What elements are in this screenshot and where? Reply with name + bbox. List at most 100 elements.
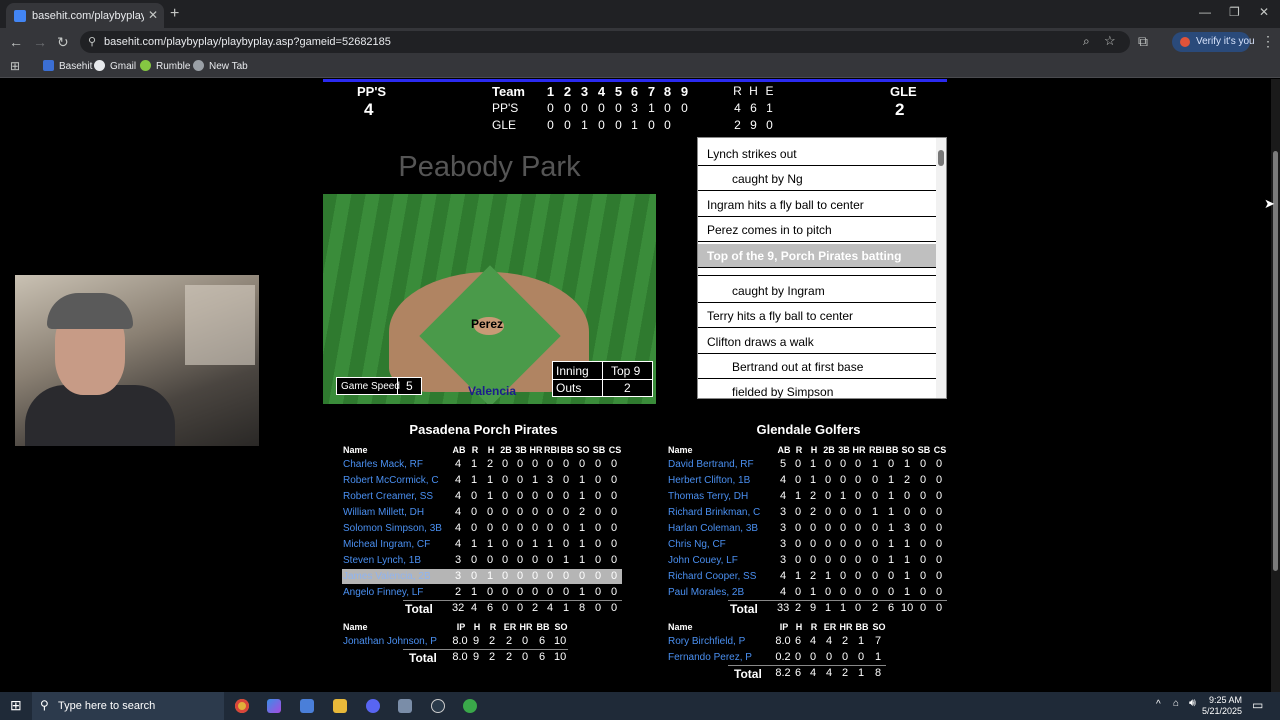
verify-button[interactable]: Verify it's you	[1172, 32, 1255, 52]
stat-cell: 0	[935, 522, 943, 534]
play-by-play-item[interactable]: Bertrand out at first base	[698, 355, 936, 379]
tab-title: basehit.com/playbyplay/playbyp	[32, 10, 144, 22]
file-explorer-icon[interactable]	[333, 699, 347, 713]
player-name-link[interactable]: Richard Cooper, SS	[668, 571, 756, 582]
player-name-link[interactable]: Thomas Terry, DH	[668, 491, 748, 502]
rhe-header: R	[733, 84, 742, 98]
player-name-link[interactable]: Robert McCormick, C	[343, 475, 439, 486]
pitcher-name-link[interactable]: Rory Birchfield, P	[668, 636, 745, 647]
total-cell: 2	[531, 602, 539, 614]
bookmark-basehit[interactable]: Basehit	[43, 60, 92, 72]
stat-cell: 0	[531, 506, 539, 518]
player-name-link[interactable]: Charles Mack, RF	[343, 459, 423, 470]
player-name-link[interactable]: Chris Ng, CF	[668, 539, 726, 550]
bookmark-gmail[interactable]: Gmail	[94, 60, 136, 72]
stat-cell: 0	[794, 538, 802, 550]
notifications-icon[interactable]: ▭	[1252, 698, 1263, 712]
player-name-link[interactable]: Micheal Ingram, CF	[343, 539, 430, 550]
close-tab-icon[interactable]: ✕	[148, 8, 158, 22]
browser-tab[interactable]: basehit.com/playbyplay/playbyp ✕	[6, 3, 164, 28]
forward-icon[interactable]: →	[33, 34, 47, 50]
chrome-icon[interactable]	[235, 699, 249, 713]
pitcher-name-link[interactable]: Fernando Perez, P	[668, 652, 752, 663]
column-header: HR	[529, 445, 543, 455]
total-cell: 33	[777, 602, 790, 614]
start-icon[interactable]: ⊞	[10, 697, 22, 714]
minimize-icon[interactable]: —	[1199, 5, 1211, 19]
play-by-play-scrollbar[interactable]	[936, 138, 946, 398]
close-window-icon[interactable]: ✕	[1259, 5, 1269, 19]
play-by-play-item[interactable]: Clifton draws a walk	[698, 330, 936, 354]
total-cell: 0	[854, 602, 862, 614]
stat-cell: 0	[854, 538, 862, 550]
play-by-play-item[interactable]: Perez comes in to pitch	[698, 218, 936, 242]
player-name-link[interactable]: Angelo Finney, LF	[343, 587, 423, 598]
page-scrollbar[interactable]	[1271, 79, 1280, 692]
back-icon[interactable]: ←	[9, 34, 23, 50]
address-bar[interactable]: ⚲ basehit.com/playbyplay/playbyplay.asp?…	[80, 31, 1130, 53]
pitching-total-cell: 10	[554, 651, 567, 663]
play-by-play-item[interactable]: Terry hits a fly ball to center	[698, 304, 936, 328]
play-by-play-item[interactable]: Top of the 9, Porch Pirates batting	[698, 244, 936, 268]
player-name-link[interactable]: Herbert Clifton, 1B	[668, 475, 750, 486]
bookmarks-bar: ⊞ Basehit Gmail Rumble New Tab	[0, 56, 1280, 78]
tray-chevron-icon[interactable]: ^	[1156, 699, 1161, 710]
player-name-link[interactable]: Steven Lynch, 1B	[343, 555, 421, 566]
pitching-stat-cell: 6	[538, 635, 546, 647]
total-cell: 0	[935, 602, 943, 614]
stat-cell: 0	[546, 586, 554, 598]
play-by-play-item[interactable]: caught by Ng	[698, 167, 936, 191]
reload-icon[interactable]: ↻	[57, 34, 69, 51]
total-label: Total	[405, 602, 433, 616]
play-by-play-item[interactable]: fielded by Simpson	[698, 380, 936, 398]
app2-icon[interactable]	[463, 699, 477, 713]
play-by-play-item[interactable]: Lynch strikes out	[698, 142, 936, 166]
bookmark-new-tab[interactable]: New Tab	[193, 60, 248, 72]
obs-icon[interactable]	[431, 699, 445, 713]
column-header: BB	[560, 445, 574, 455]
copilot-icon[interactable]	[267, 699, 281, 713]
pitching-total-divider	[403, 649, 568, 650]
stat-cell: 1	[486, 538, 494, 550]
bookmark-rumble[interactable]: Rumble	[140, 60, 190, 72]
play-by-play-scroll-thumb[interactable]	[938, 150, 944, 166]
player-name-link[interactable]: William Millett, DH	[343, 507, 424, 518]
player-name-link[interactable]: Solomon Simpson, 3B	[343, 523, 442, 534]
player-name-link[interactable]: John Couey, LF	[668, 555, 738, 566]
apps-icon[interactable]: ⊞	[10, 59, 20, 73]
taskbar-search-placeholder: Type here to search	[58, 700, 156, 712]
page-scroll-thumb[interactable]	[1273, 151, 1278, 571]
play-by-play-list[interactable]: Lynch strikes out caught by Ng Ingram hits…	[697, 137, 947, 399]
site-info-icon[interactable]: ⚲	[88, 35, 96, 48]
stat-cell: 1	[824, 570, 832, 582]
network-icon[interactable]: ⌂	[1173, 698, 1179, 709]
player-name-link[interactable]: Robert Creamer, SS	[343, 491, 433, 502]
restore-icon[interactable]: ❐	[1229, 5, 1240, 19]
player-name-link[interactable]: Paul Morales, 2B	[668, 587, 744, 598]
app-icon[interactable]	[398, 699, 412, 713]
player-name-link[interactable]: Richard Brinkman, C	[668, 507, 760, 518]
player-name-link[interactable]: Harlan Coleman, 3B	[668, 523, 758, 534]
cast-icon[interactable]: ⧉	[1138, 33, 1148, 50]
stat-cell: 1	[794, 570, 802, 582]
stat-cell: 1	[578, 538, 586, 550]
game-speed-box[interactable]: Game Speed 5	[336, 377, 422, 395]
pitcher-name-link[interactable]: Jonathan Johnson, P	[343, 636, 437, 647]
stat-cell: 0	[854, 554, 862, 566]
play-by-play-item[interactable]: Ingram hits a fly ball to center	[698, 193, 936, 217]
player-name-link[interactable]: James Valencia, 2B	[343, 571, 431, 582]
zoom-icon[interactable]: ⌕	[1083, 34, 1090, 49]
total-cell: 10	[901, 602, 914, 614]
new-tab-icon[interactable]: +	[170, 5, 179, 23]
clock[interactable]: 9:25 AM 5/21/2025	[1196, 695, 1242, 717]
volume-icon[interactable]: 🔊︎	[1189, 697, 1196, 710]
inning-outs-box: Inning Top 9 Outs 2	[552, 361, 653, 397]
menu-icon[interactable]: ⋮	[1261, 33, 1275, 50]
discord-icon[interactable]	[366, 699, 380, 713]
store-icon[interactable]	[300, 699, 314, 713]
bookmark-star-icon[interactable]: ☆	[1104, 33, 1116, 49]
taskbar-search[interactable]: ⚲ Type here to search	[32, 692, 224, 720]
play-by-play-item[interactable]: caught by Ingram	[698, 279, 936, 303]
stat-cell: 0	[470, 522, 478, 534]
player-name-link[interactable]: David Bertrand, RF	[668, 459, 754, 470]
